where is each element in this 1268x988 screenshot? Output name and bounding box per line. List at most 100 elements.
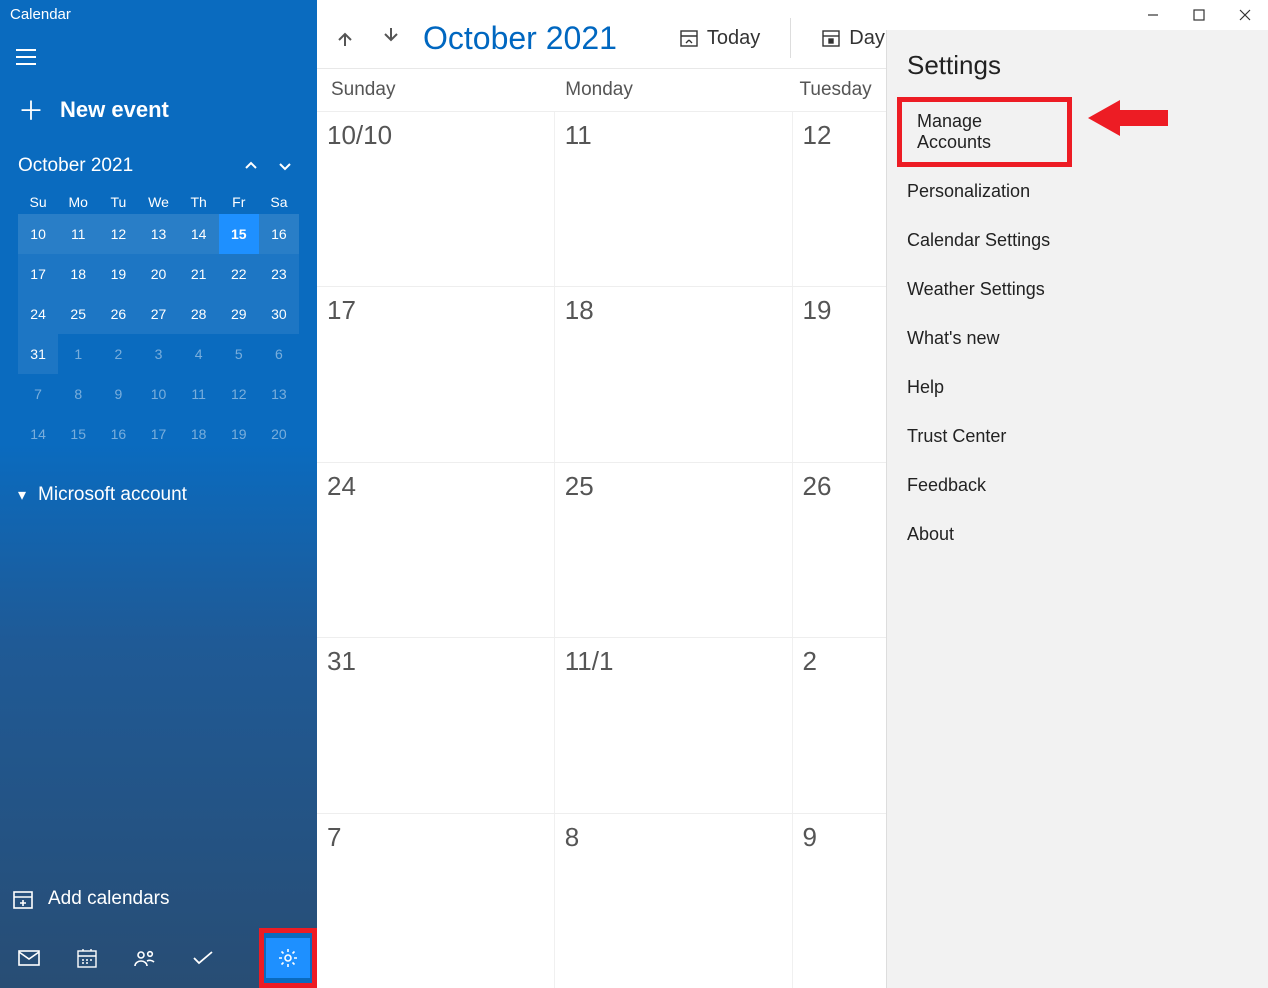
mini-day[interactable]: 31 [18, 334, 58, 374]
maximize-icon [1193, 9, 1205, 21]
settings-item-about[interactable]: About [887, 510, 1268, 559]
mini-day[interactable]: 23 [259, 254, 299, 294]
mini-day[interactable]: 14 [179, 214, 219, 254]
settings-item-feedback[interactable]: Feedback [887, 461, 1268, 510]
mini-day[interactable]: 6 [259, 334, 299, 374]
mini-day[interactable]: 26 [98, 294, 138, 334]
settings-item-weather-settings[interactable]: Weather Settings [887, 265, 1268, 314]
current-month[interactable]: October 2021 [423, 20, 617, 57]
mini-prev-button[interactable] [237, 152, 265, 180]
next-month-button[interactable] [377, 23, 405, 54]
mini-day[interactable]: 12 [98, 214, 138, 254]
mini-day[interactable]: 30 [259, 294, 299, 334]
hamburger-button[interactable] [6, 37, 46, 77]
mini-day[interactable]: 2 [98, 334, 138, 374]
minimize-button[interactable] [1130, 0, 1176, 30]
add-calendars-button[interactable]: Add calendars [0, 872, 317, 928]
mini-day[interactable]: 16 [98, 414, 138, 454]
mini-day[interactable]: 5 [219, 334, 259, 374]
mini-day[interactable]: 9 [98, 374, 138, 414]
mini-day[interactable]: 17 [18, 254, 58, 294]
day-icon [821, 28, 841, 48]
mini-day[interactable]: 7 [18, 374, 58, 414]
today-label: Today [707, 27, 760, 50]
mini-dayhead: Tu [98, 190, 138, 214]
day-cell[interactable]: 18 [555, 287, 793, 461]
mail-button[interactable] [0, 928, 58, 988]
mail-icon [18, 950, 40, 966]
minimize-icon [1147, 9, 1159, 21]
mini-day[interactable]: 10 [138, 374, 178, 414]
mini-day[interactable]: 16 [259, 214, 299, 254]
mini-day[interactable]: 1 [58, 334, 98, 374]
mini-dayhead: Th [179, 190, 219, 214]
mini-day[interactable]: 19 [219, 414, 259, 454]
today-button[interactable]: Today [673, 27, 766, 50]
day-cell[interactable]: 11/1 [555, 638, 793, 812]
mini-day[interactable]: 10 [18, 214, 58, 254]
hamburger-icon [15, 48, 37, 66]
mini-day[interactable]: 13 [259, 374, 299, 414]
mini-day[interactable]: 17 [138, 414, 178, 454]
maximize-button[interactable] [1176, 0, 1222, 30]
people-icon [134, 949, 156, 967]
day-cell[interactable]: 11 [555, 112, 793, 286]
settings-item-personalization[interactable]: Personalization [887, 167, 1268, 216]
close-button[interactable] [1222, 0, 1268, 30]
account-toggle[interactable]: ▾ Microsoft account [0, 454, 317, 536]
mini-day[interactable]: 12 [219, 374, 259, 414]
mini-day[interactable]: 14 [18, 414, 58, 454]
day-cell[interactable]: 24 [317, 463, 555, 637]
settings-item-help[interactable]: Help [887, 363, 1268, 412]
mini-day[interactable]: 28 [179, 294, 219, 334]
mini-day[interactable]: 27 [138, 294, 178, 334]
mini-day[interactable]: 8 [58, 374, 98, 414]
settings-item-what-s-new[interactable]: What's new [887, 314, 1268, 363]
mini-calendar-title: October 2021 [18, 155, 133, 177]
mini-day[interactable]: 29 [219, 294, 259, 334]
people-button[interactable] [116, 928, 174, 988]
settings-item-calendar-settings[interactable]: Calendar Settings [887, 216, 1268, 265]
mini-day[interactable]: 13 [138, 214, 178, 254]
calendar-button[interactable] [58, 928, 116, 988]
day-cell[interactable]: 25 [555, 463, 793, 637]
mini-day[interactable]: 18 [179, 414, 219, 454]
mini-day[interactable]: 11 [179, 374, 219, 414]
mini-day[interactable]: 19 [98, 254, 138, 294]
window-controls [1130, 0, 1268, 30]
new-event-button[interactable]: ＋ New event [0, 91, 317, 152]
day-cell[interactable]: 8 [555, 814, 793, 988]
bottom-bar [0, 928, 317, 988]
mini-dayhead: Su [18, 190, 58, 214]
mini-day[interactable]: 21 [179, 254, 219, 294]
mini-calendar: October 2021 SuMoTuWeThFrSa 101112131415… [0, 152, 317, 454]
day-cell[interactable]: 10/10 [317, 112, 555, 286]
settings-item-trust-center[interactable]: Trust Center [887, 412, 1268, 461]
todo-button[interactable] [174, 928, 232, 988]
mini-day[interactable]: 25 [58, 294, 98, 334]
mini-dayhead: We [138, 190, 178, 214]
mini-day[interactable]: 15 [58, 414, 98, 454]
settings-pane: Settings Manage AccountsPersonalizationC… [886, 30, 1268, 988]
mini-day[interactable]: 20 [259, 414, 299, 454]
day-cell[interactable]: 17 [317, 287, 555, 461]
settings-item-manage-accounts[interactable]: Manage Accounts [897, 97, 1072, 167]
day-cell[interactable]: 7 [317, 814, 555, 988]
settings-button[interactable] [259, 928, 317, 988]
mini-day[interactable]: 24 [18, 294, 58, 334]
arrow-up-icon [335, 27, 355, 47]
mini-day[interactable]: 22 [219, 254, 259, 294]
mini-day[interactable]: 20 [138, 254, 178, 294]
prev-month-button[interactable] [331, 23, 359, 54]
mini-day[interactable]: 18 [58, 254, 98, 294]
mini-day[interactable]: 4 [179, 334, 219, 374]
mini-day[interactable]: 3 [138, 334, 178, 374]
day-view-button[interactable]: Day [815, 27, 891, 50]
close-icon [1239, 9, 1251, 21]
day-cell[interactable]: 31 [317, 638, 555, 812]
mini-dayhead: Sa [259, 190, 299, 214]
mini-day[interactable]: 11 [58, 214, 98, 254]
mini-day[interactable]: 15 [219, 214, 259, 254]
mini-next-button[interactable] [271, 152, 299, 180]
day-header: Monday [565, 79, 799, 101]
